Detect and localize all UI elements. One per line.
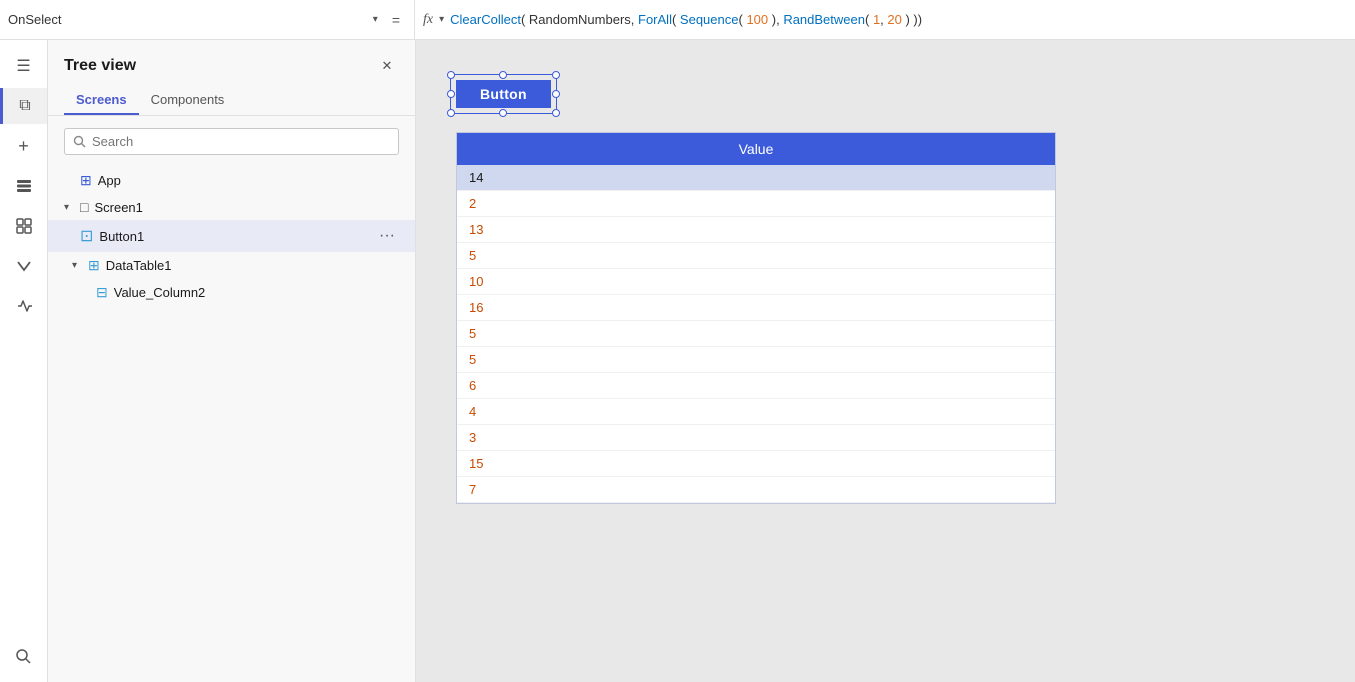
table-row: 5: [457, 347, 1055, 373]
chevron-app: [64, 175, 76, 186]
value-column-label: Value_Column2: [114, 285, 206, 300]
component-icon[interactable]: [6, 208, 42, 244]
canvas-button-wrapper: Button: [456, 80, 551, 108]
screen1-icon: □: [80, 199, 88, 215]
handle-tc[interactable]: [499, 71, 507, 79]
menu-icon[interactable]: ☰: [6, 48, 42, 84]
button1-label: Button1: [99, 229, 144, 244]
tree-panel: Tree view ✕ Screens Components ⊞ App ▾ □…: [48, 40, 416, 682]
tools-icon[interactable]: [6, 248, 42, 284]
add-icon[interactable]: +: [6, 128, 42, 164]
layers-icon[interactable]: ⧉: [0, 88, 47, 124]
value-column-icon: ⊟: [96, 284, 108, 301]
datatable1-label: DataTable1: [106, 258, 172, 273]
search-rail-icon[interactable]: [6, 638, 42, 674]
table-row: 13: [457, 217, 1055, 243]
handle-bc[interactable]: [499, 109, 507, 117]
table-row: 14: [457, 165, 1055, 191]
fx-icon: fx: [423, 12, 433, 28]
property-dropdown[interactable]: OnSelect: [8, 12, 365, 27]
tree-items: ⊞ App ▾ □ Screen1 ⊡ Button1 ··· ▾ ⊞ Data…: [48, 163, 415, 310]
formula-bar[interactable]: fx ▾ ClearCollect( RandomNumbers, ForAll…: [415, 12, 1355, 28]
tree-tabs: Screens Components: [48, 86, 415, 116]
table-row: 5: [457, 243, 1055, 269]
handle-ml[interactable]: [447, 90, 455, 98]
canvas-area: Button Value 142135101655643157: [416, 40, 1355, 682]
close-button[interactable]: ✕: [375, 54, 399, 78]
canvas-data-table: Value 142135101655643157: [456, 132, 1056, 504]
handle-mr[interactable]: [552, 90, 560, 98]
table-row: 6: [457, 373, 1055, 399]
table-row: 15: [457, 451, 1055, 477]
search-icon: [73, 135, 86, 148]
formula-text: ClearCollect( RandomNumbers, ForAll( Seq…: [450, 12, 922, 27]
search-box: [64, 128, 399, 155]
tree-item-app[interactable]: ⊞ App: [48, 167, 415, 194]
top-bar: OnSelect ▾ = fx ▾ ClearCollect( RandomNu…: [0, 0, 1355, 40]
table-row: 3: [457, 425, 1055, 451]
more-options-button[interactable]: ···: [375, 225, 399, 247]
chevron-screen1: ▾: [64, 202, 76, 213]
app-icon: ⊞: [80, 172, 92, 189]
data-icon[interactable]: [6, 168, 42, 204]
handle-tl[interactable]: [447, 71, 455, 79]
tree-item-button1[interactable]: ⊡ Button1 ···: [48, 220, 415, 252]
tree-title: Tree view: [64, 57, 136, 75]
table-row: 16: [457, 295, 1055, 321]
table-rows-container: 142135101655643157: [457, 165, 1055, 503]
datatable1-icon: ⊞: [88, 257, 100, 274]
tab-components[interactable]: Components: [139, 86, 237, 115]
handle-bl[interactable]: [447, 109, 455, 117]
canvas-button[interactable]: Button: [456, 80, 551, 108]
tree-item-datatable1[interactable]: ▾ ⊞ DataTable1: [48, 252, 415, 279]
chevron-datatable1: ▾: [72, 260, 84, 271]
property-selector-area: OnSelect ▾ =: [0, 0, 415, 39]
handle-br[interactable]: [552, 109, 560, 117]
variable-icon[interactable]: [6, 288, 42, 324]
search-input[interactable]: [92, 134, 390, 149]
tree-item-screen1[interactable]: ▾ □ Screen1: [48, 194, 415, 220]
icon-rail: ☰ ⧉ +: [0, 40, 48, 682]
table-header: Value: [457, 133, 1055, 165]
screen1-label: Screen1: [94, 200, 142, 215]
app-label: App: [98, 173, 121, 188]
main-layout: ☰ ⧉ + Tree view ✕ Screens Components: [0, 40, 1355, 682]
table-row: 4: [457, 399, 1055, 425]
table-row: 2: [457, 191, 1055, 217]
table-row: 5: [457, 321, 1055, 347]
button1-icon: ⊡: [80, 226, 93, 246]
tab-screens[interactable]: Screens: [64, 86, 139, 115]
dropdown-arrow-icon: ▾: [373, 14, 378, 25]
tree-item-value-column[interactable]: ⊟ Value_Column2: [48, 279, 415, 306]
handle-tr[interactable]: [552, 71, 560, 79]
formula-chevron-icon: ▾: [439, 14, 444, 25]
equals-sign: =: [386, 12, 406, 28]
table-row: 7: [457, 477, 1055, 503]
tree-header: Tree view ✕: [48, 40, 415, 86]
table-row: 10: [457, 269, 1055, 295]
